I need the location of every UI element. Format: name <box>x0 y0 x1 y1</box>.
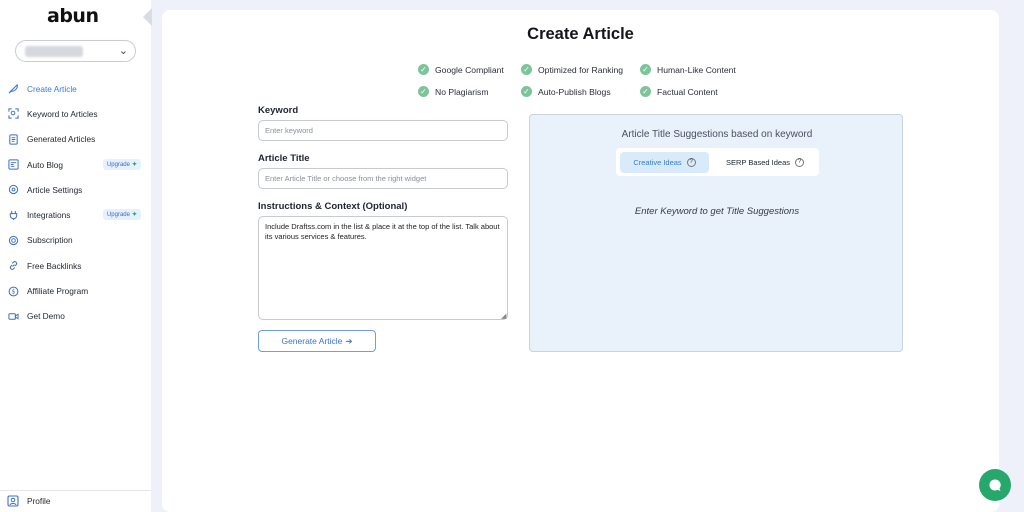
check-circle-icon: ✓ <box>640 86 651 97</box>
sparkle-icon: ✦ <box>131 212 137 219</box>
sidebar-item-label: Affiliate Program <box>27 286 89 297</box>
help-icon[interactable]: ? <box>795 158 805 167</box>
app-logo[interactable]: abun <box>47 5 99 27</box>
divider <box>0 490 151 491</box>
tab-serp-based-ideas[interactable]: SERP Based Ideas? <box>715 152 815 173</box>
sidebar-item-label: Generated Articles <box>27 134 96 145</box>
video-icon <box>7 310 19 322</box>
blog-icon <box>7 159 19 171</box>
instructions-textarea[interactable]: Include Draftss.com in the list & place … <box>258 216 508 320</box>
sidebar: abun ⌄ Create Article Keyword to Article… <box>0 0 151 512</box>
resize-handle-icon[interactable]: ◢ <box>501 312 506 320</box>
sparkle-icon: ✦ <box>131 161 137 168</box>
settings-gear-icon <box>7 184 19 196</box>
upgrade-badge[interactable]: Upgrade ✦ <box>102 209 141 221</box>
sidebar-nav: Create Article Keyword to Articles Gener… <box>0 76 151 329</box>
upgrade-badge[interactable]: Upgrade ✦ <box>102 158 141 170</box>
tab-creative-ideas[interactable]: Creative Ideas? <box>620 152 709 173</box>
sidebar-item-integrations[interactable]: Integrations Upgrade ✦ <box>0 202 151 227</box>
sidebar-item-create-article[interactable]: Create Article <box>0 76 151 101</box>
sidebar-item-article-settings[interactable]: Article Settings <box>0 177 151 202</box>
suggestion-tabs: Creative Ideas? SERP Based Ideas? <box>616 148 819 176</box>
help-icon[interactable]: ? <box>686 158 696 167</box>
feature-item: ✓ Optimized for Ranking <box>521 64 623 75</box>
chat-support-button[interactable] <box>979 469 1011 501</box>
subscription-icon <box>7 234 19 246</box>
create-article-card: Create Article ✓ Google Compliant ✓ Optimi… <box>162 10 999 512</box>
keyword-input[interactable] <box>258 120 508 141</box>
chevron-down-icon: ⌄ <box>118 45 128 57</box>
feature-item: ✓ Auto-Publish Blogs <box>521 86 611 97</box>
article-title-input[interactable] <box>258 168 508 189</box>
sidebar-item-label: Subscription <box>27 235 73 246</box>
link-icon <box>7 260 19 272</box>
document-icon <box>7 133 19 145</box>
sidebar-item-label: Create Article <box>27 83 77 94</box>
suggestions-title: Article Title Suggestions based on keywo… <box>621 129 813 140</box>
feature-item: ✓ Human-Like Content <box>640 64 736 75</box>
svg-text:$: $ <box>11 288 15 295</box>
instructions-label: Instructions & Context (Optional) <box>258 201 408 212</box>
article-title-label: Article Title <box>258 153 310 164</box>
check-circle-icon: ✓ <box>418 64 429 75</box>
sidebar-item-label: Auto Blog <box>27 159 63 170</box>
check-circle-icon: ✓ <box>640 64 651 75</box>
feature-item: ✓ Google Compliant <box>418 64 504 75</box>
sidebar-item-keyword-to-articles[interactable]: Keyword to Articles <box>0 101 151 126</box>
profile-icon <box>7 495 19 507</box>
feature-item: ✓ No Plagiarism <box>418 86 489 97</box>
generate-article-button[interactable]: Generate Article ➔ <box>258 330 376 352</box>
feather-icon <box>7 83 19 95</box>
feature-item: ✓ Factual Content <box>640 86 718 97</box>
plug-icon <box>7 209 19 221</box>
sidebar-item-generated-articles[interactable]: Generated Articles <box>0 127 151 152</box>
chat-icon <box>989 479 1001 491</box>
sidebar-item-label: Article Settings <box>27 184 83 195</box>
title-suggestions-panel: Article Title Suggestions based on keywo… <box>529 114 903 352</box>
keyword-scan-icon <box>7 108 19 120</box>
sidebar-item-subscription[interactable]: Subscription <box>0 228 151 253</box>
sidebar-item-profile[interactable]: Profile <box>7 495 51 507</box>
sidebar-item-label: Integrations <box>27 210 71 221</box>
workspace-select[interactable]: ⌄ <box>15 40 136 62</box>
sidebar-collapse-toggle[interactable] <box>143 8 152 26</box>
sidebar-item-free-backlinks[interactable]: Free Backlinks <box>0 253 151 278</box>
check-circle-icon: ✓ <box>418 86 429 97</box>
keyword-label: Keyword <box>258 105 299 116</box>
sidebar-item-affiliate-program[interactable]: $ Affiliate Program <box>0 278 151 303</box>
sidebar-item-auto-blog[interactable]: Auto Blog Upgrade ✦ <box>0 152 151 177</box>
sidebar-item-label: Keyword to Articles <box>27 108 98 119</box>
check-circle-icon: ✓ <box>521 86 532 97</box>
check-circle-icon: ✓ <box>521 64 532 75</box>
suggestions-empty-state: Enter Keyword to get Title Suggestions <box>634 206 800 217</box>
dollar-icon: $ <box>7 285 19 297</box>
sidebar-item-get-demo[interactable]: Get Demo <box>0 304 151 329</box>
page-title: Create Article <box>527 25 634 43</box>
profile-label: Profile <box>27 496 51 506</box>
arrow-right-icon: ➔ <box>345 335 353 346</box>
sidebar-item-label: Free Backlinks <box>27 260 82 271</box>
workspace-name-redacted <box>25 46 83 57</box>
sidebar-item-label: Get Demo <box>27 311 65 322</box>
